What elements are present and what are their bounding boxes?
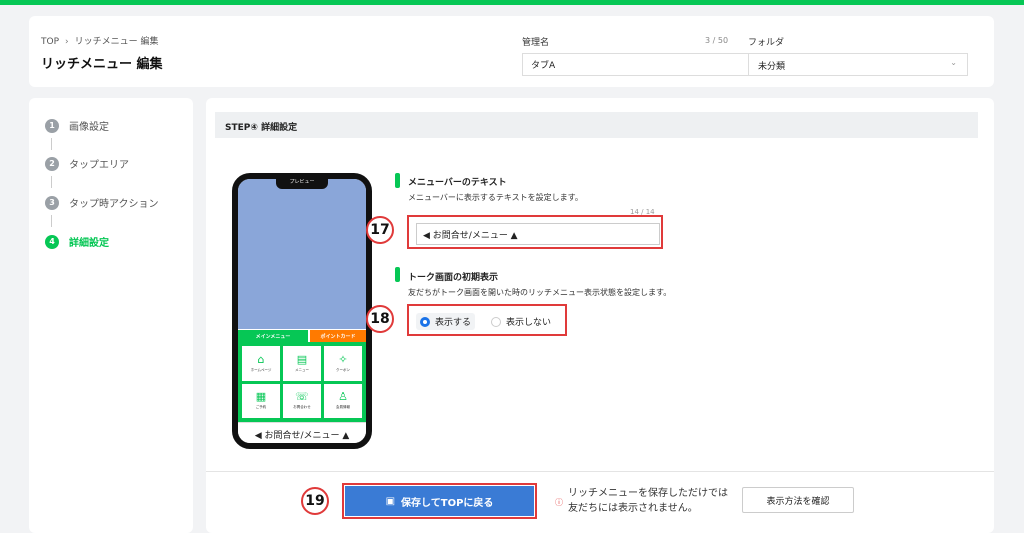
highlight-box-18	[407, 304, 567, 336]
step-item-detail[interactable]: 4 詳細設定	[45, 234, 109, 249]
chat-icon: ☏	[295, 390, 309, 404]
calendar-icon: ▦	[255, 390, 267, 404]
save-icon: ▣	[385, 495, 396, 507]
step-item-tap-area[interactable]: 2 タップエリア	[45, 156, 129, 171]
preview-cell-reservation: ▦ ご予約	[242, 383, 280, 418]
menu-text-title: メニューバーのテキスト	[408, 178, 507, 188]
section-marker	[395, 267, 400, 282]
admin-name-label: 管理名	[522, 38, 550, 48]
top-accent-bar	[0, 0, 1024, 5]
breadcrumb: TOP › リッチメニュー 編集	[41, 34, 159, 47]
folder-select-value: 未分類	[758, 62, 786, 72]
highlight-box-17	[407, 215, 663, 249]
footer-divider	[206, 471, 994, 472]
preview-tabs: メインメニュー ポイントカード	[238, 330, 366, 342]
step-badge-18: 18	[366, 305, 394, 333]
phone-preview: プレビュー メインメニュー ポイントカード ⌂ ホームページ ▤ メニュー ✧ クーポ…	[232, 173, 372, 449]
save-note-line2: 友だちには表示されません。	[568, 503, 698, 514]
preview-notch: プレビュー	[276, 179, 328, 189]
breadcrumb-top-link[interactable]: TOP	[41, 37, 59, 47]
step-label: タップエリア	[69, 160, 129, 171]
breadcrumb-current: リッチメニュー 編集	[74, 37, 159, 47]
step-connector	[51, 215, 52, 227]
menu-text-description: メニューバーに表示するテキストを設定します。	[408, 193, 583, 202]
check-display-method-button[interactable]: 表示方法を確認	[742, 487, 854, 513]
save-note: リッチメニューを保存しただけでは 友だちには表示されません。	[568, 486, 728, 516]
preview-cell-label: ご予約	[255, 405, 267, 410]
preview-cell-member: ♙ 会員情報	[324, 383, 362, 418]
step-number: 3	[45, 195, 59, 210]
header-card: TOP › リッチメニュー 編集 リッチメニュー 編集 管理名 3 / 50 フォル…	[29, 16, 994, 87]
preview-cell-label: クーポン	[336, 367, 350, 372]
step-label: タップ時アクション	[69, 199, 159, 210]
preview-cell-contact: ☏ お問合わせ	[283, 383, 321, 418]
chevron-down-icon: ⌄	[950, 58, 957, 67]
step-number: 4	[45, 234, 59, 249]
save-and-return-button[interactable]: ▣ 保存してTOPに戻る	[345, 486, 534, 516]
preview-cell-label: ホームページ	[250, 367, 272, 372]
page-title: リッチメニュー 編集	[41, 57, 163, 72]
info-icon: ⓘ	[555, 498, 563, 507]
preview-menubar: ◀ お問合せ/メニュー ▲	[238, 422, 366, 443]
step-number: 1	[45, 118, 59, 133]
preview-screen	[238, 179, 366, 329]
save-button-label: 保存してTOPに戻る	[401, 497, 494, 509]
step-label: 画像設定	[69, 122, 109, 133]
preview-tab-point: ポイントカード	[310, 330, 366, 342]
home-icon: ⌂	[257, 352, 265, 366]
preview-cell-menu: ▤ メニュー	[283, 346, 321, 381]
coupon-icon: ✧	[338, 352, 348, 366]
step-sidebar: 1 画像設定 2 タップエリア 3 タップ時アクション 4 詳細設定	[29, 98, 193, 533]
breadcrumb-separator: ›	[65, 37, 69, 47]
section-marker	[395, 173, 400, 188]
step-label: 詳細設定	[69, 238, 109, 249]
step-heading: STEP④ 詳細設定	[215, 112, 978, 138]
step-connector	[51, 138, 52, 150]
step-connector	[51, 176, 52, 188]
save-note-line1: リッチメニューを保存しただけでは	[568, 488, 728, 499]
admin-name-counter: 3 / 50	[705, 36, 729, 45]
step-item-image[interactable]: 1 画像設定	[45, 118, 109, 133]
preview-cell-coupon: ✧ クーポン	[324, 346, 362, 381]
person-icon: ♙	[338, 390, 348, 404]
initial-display-title: トーク画面の初期表示	[408, 273, 499, 283]
step-item-tap-action[interactable]: 3 タップ時アクション	[45, 195, 159, 210]
folder-label: フォルダ	[748, 38, 785, 48]
preview-cell-label: 会員情報	[336, 405, 350, 410]
admin-name-input[interactable]	[522, 53, 770, 76]
step-number: 2	[45, 156, 59, 171]
main-panel: STEP④ 詳細設定 プレビュー メインメニュー ポイントカード ⌂ ホームページ…	[206, 98, 994, 533]
folder-select[interactable]: 未分類 ⌄	[748, 53, 968, 76]
menu-icon: ▤	[296, 352, 308, 366]
preview-cell-home: ⌂ ホームページ	[242, 346, 280, 381]
initial-display-description: 友だちがトーク画面を開いた時のリッチメニュー表示状態を設定します。	[408, 288, 672, 297]
step-badge-17: 17	[366, 216, 394, 244]
preview-tab-main: メインメニュー	[238, 330, 308, 342]
preview-menu-grid: ⌂ ホームページ ▤ メニュー ✧ クーポン ▦ ご予約 ☏ お問合わせ ♙ 会員情報	[238, 342, 366, 422]
preview-cell-label: メニュー	[295, 367, 309, 372]
step-badge-19: 19	[301, 487, 329, 515]
preview-cell-label: お問合わせ	[293, 405, 311, 410]
